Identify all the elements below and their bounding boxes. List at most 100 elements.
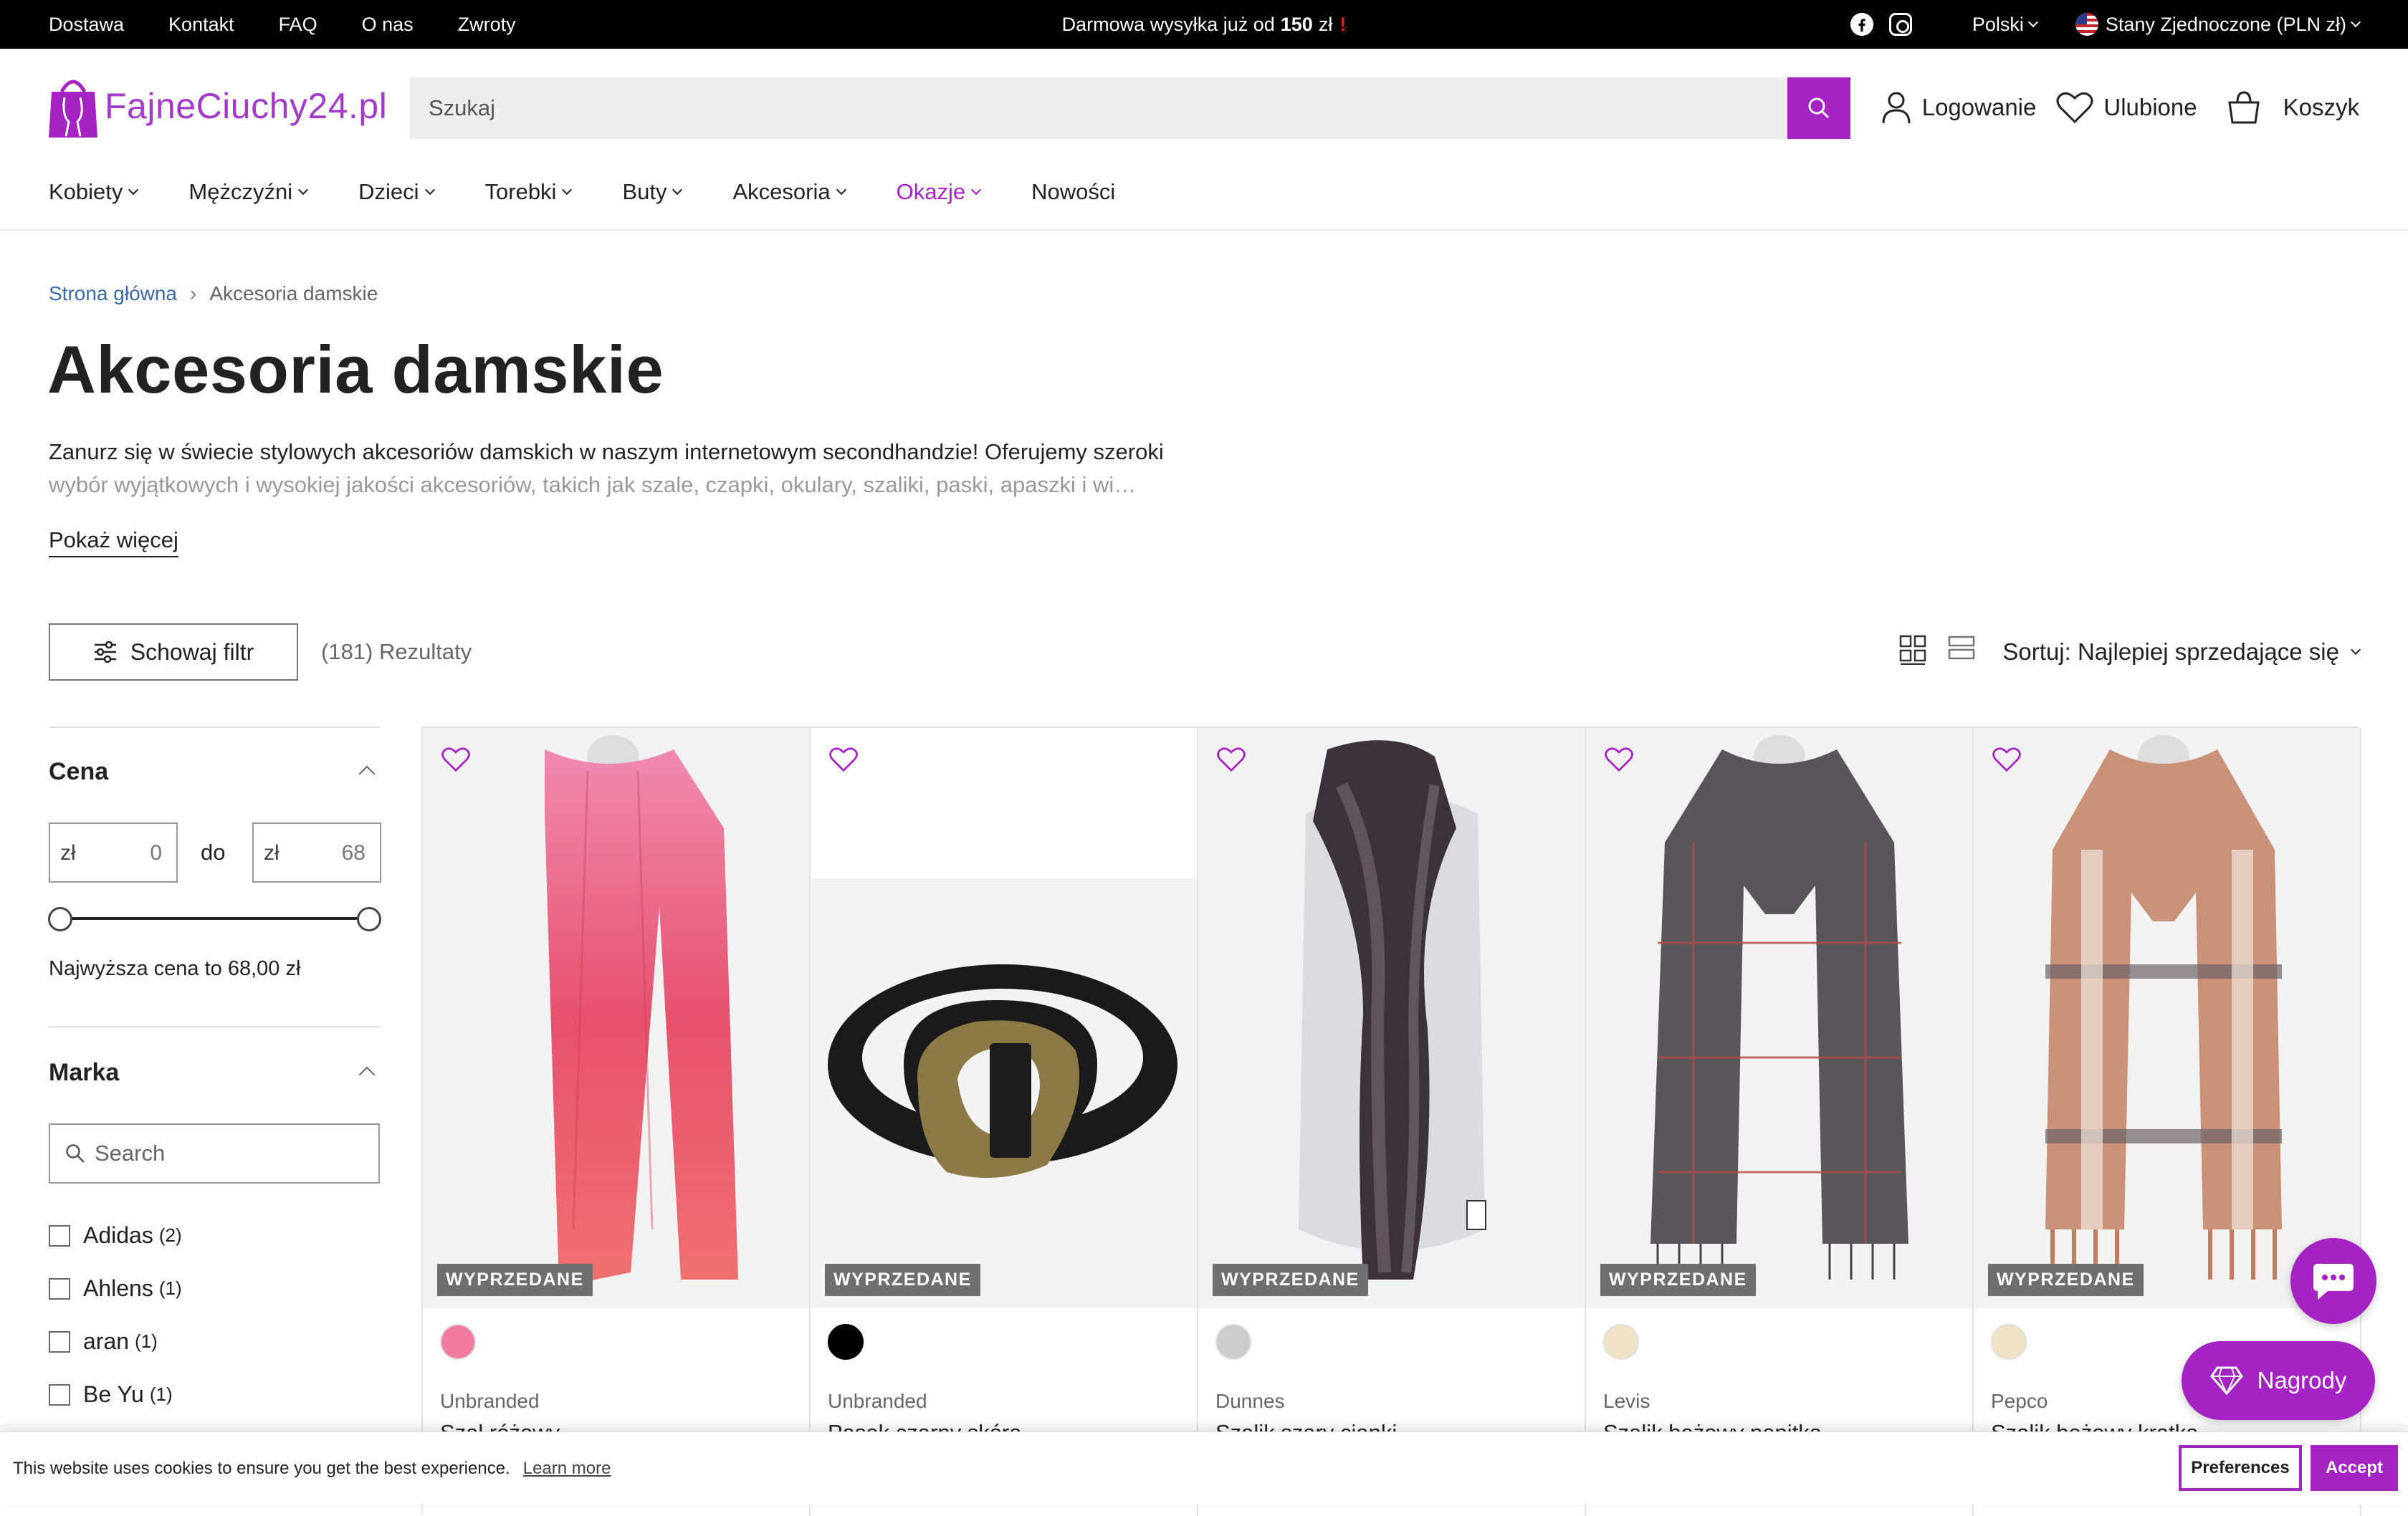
search-icon	[66, 1144, 85, 1163]
rewards-button[interactable]: Nagrody	[2182, 1341, 2375, 1420]
login-label: Logowanie	[1921, 94, 2037, 120]
nav-label: Okazje	[896, 179, 966, 204]
color-swatch[interactable]	[1991, 1324, 2027, 1360]
product-brand: Levis	[1603, 1390, 1650, 1412]
product-image[interactable]	[1586, 728, 1972, 1308]
product-card[interactable]: WYPRZEDANE Levis Szalik beżowy pepitka	[1586, 728, 1974, 1516]
chevron-down-icon	[672, 184, 683, 196]
brand-option-label: Be Yu	[83, 1381, 144, 1407]
chevron-down-icon	[2027, 16, 2038, 28]
nav-label: Kobiety	[49, 179, 123, 204]
description-line: Zanurz się w świecie stylowych akcesorió…	[49, 439, 1164, 464]
nav-item-men[interactable]: Mężczyźni	[188, 179, 309, 205]
shopping-bag-icon	[2227, 91, 2260, 124]
grid-view-icon[interactable]	[1899, 635, 1926, 665]
sold-out-badge: WYPRZEDANE	[1988, 1264, 2144, 1296]
checkbox[interactable]	[49, 1383, 70, 1406]
price-min-input[interactable]: zł 0	[49, 822, 178, 883]
brand-checkbox-ahlens[interactable]: Ahlens (1)	[49, 1275, 182, 1302]
chat-button[interactable]	[2290, 1238, 2376, 1324]
nav-item-accessories[interactable]: Akcesoria	[732, 179, 846, 205]
sliders-icon	[94, 641, 116, 663]
color-swatch[interactable]	[828, 1324, 864, 1360]
favorite-heart-icon[interactable]	[441, 747, 470, 772]
grey-plaid-scarf-image	[1586, 728, 1972, 1308]
nav-item-women[interactable]: Kobiety	[49, 179, 139, 205]
price-slider-max-handle[interactable]	[357, 907, 381, 931]
brand-checkbox-adidas[interactable]: Adidas (2)	[49, 1222, 182, 1249]
favorite-heart-icon[interactable]	[1217, 747, 1246, 772]
nav-item-kids[interactable]: Dzieci	[358, 179, 435, 205]
rewards-label: Nagrody	[2257, 1367, 2347, 1393]
chevron-down-icon	[128, 184, 139, 196]
product-card[interactable]: WYPRZEDANE Unbranded Pasek czarny skóra	[811, 728, 1198, 1516]
instagram-icon[interactable]	[1888, 13, 1912, 36]
product-card[interactable]: WYPRZEDANE Dunnes Szalik szary cianki	[1198, 728, 1586, 1516]
nav-divider	[0, 229, 2408, 231]
sort-label: Sortuj: Najlepiej sprzedające się	[2002, 638, 2339, 665]
favorite-heart-icon[interactable]	[829, 747, 858, 772]
price-slider-min-handle[interactable]	[48, 907, 72, 931]
site-logo[interactable]: FajneCiuchy24.pl	[47, 72, 387, 140]
sort-dropdown[interactable]: Sortuj: Najlepiej sprzedające się	[2002, 623, 2361, 681]
favorite-heart-icon[interactable]	[1992, 747, 2021, 772]
search-input[interactable]: Szukaj	[429, 77, 495, 139]
product-image[interactable]	[423, 728, 809, 1308]
product-brand: Pepco	[1991, 1390, 2048, 1412]
hide-filter-button[interactable]: Schowaj filtr	[49, 623, 298, 681]
cookie-banner: This website uses cookies to ensure you …	[0, 1431, 2408, 1505]
color-swatch[interactable]	[440, 1324, 476, 1360]
brand-option-count: (1)	[135, 1330, 158, 1352]
list-view-icon[interactable]	[1948, 635, 1975, 662]
price-max-input[interactable]: zł 68	[252, 822, 381, 883]
checkbox[interactable]	[49, 1330, 70, 1353]
login-link[interactable]: Logowanie	[1881, 90, 2037, 125]
shopping-bag-logo-icon	[49, 80, 97, 138]
promo-exclamation: !	[1339, 13, 1347, 35]
chevron-down-icon	[298, 184, 309, 196]
product-image[interactable]	[1974, 728, 2360, 1308]
show-more-link[interactable]: Pokaż więcej	[49, 527, 178, 557]
nav-label: Buty	[622, 179, 667, 204]
chevron-up-icon[interactable]	[358, 1066, 376, 1083]
cart-link[interactable]: Koszyk	[2226, 90, 2359, 125]
language-selector[interactable]: Polski	[1972, 14, 2038, 36]
checkbox[interactable]	[49, 1277, 70, 1300]
product-image[interactable]	[811, 728, 1197, 1308]
nav-item-deals[interactable]: Okazje	[896, 179, 982, 205]
brand-search-placeholder: Search	[95, 1141, 166, 1166]
main-nav: Kobiety Mężczyźni Dzieci Torebki Buty Ak…	[49, 179, 1167, 205]
chevron-right-icon: ›	[190, 282, 197, 304]
breadcrumb: Strona główna › Akcesoria damskie	[49, 282, 378, 305]
brand-checkbox-be-yu[interactable]: Be Yu (1)	[49, 1381, 173, 1408]
country-selector[interactable]: Stany Zjednoczone (PLN zł)	[2075, 13, 2361, 36]
product-card[interactable]: WYPRZEDANE Unbranded Szal różowy	[423, 728, 811, 1516]
learn-more-link[interactable]: Learn more	[523, 1459, 611, 1479]
brand-option-count: (2)	[158, 1224, 182, 1246]
nav-item-shoes[interactable]: Buty	[622, 179, 683, 205]
search-icon	[1808, 97, 1830, 119]
brand-option-count: (1)	[149, 1383, 173, 1405]
breadcrumb-home[interactable]: Strona główna	[49, 282, 177, 305]
cookie-message: This website uses cookies to ensure you …	[13, 1432, 611, 1505]
cookie-accept-button[interactable]: Accept	[2311, 1445, 2398, 1491]
color-swatch[interactable]	[1215, 1324, 1251, 1360]
checkbox[interactable]	[49, 1224, 70, 1247]
price-filter-title[interactable]: Cena	[49, 758, 108, 786]
cookie-preferences-button[interactable]: Preferences	[2179, 1445, 2302, 1491]
favorites-link[interactable]: Ulubione	[2056, 91, 2197, 124]
brand-checkbox-aran[interactable]: aran (1)	[49, 1328, 158, 1355]
chevron-up-icon[interactable]	[358, 765, 376, 782]
facebook-icon[interactable]	[1850, 13, 1873, 36]
product-image[interactable]	[1198, 728, 1585, 1308]
nav-item-bags[interactable]: Torebki	[485, 179, 573, 205]
price-max-value: 68	[341, 841, 366, 865]
brand-filter-title[interactable]: Marka	[49, 1059, 119, 1087]
grey-fur-scarf-image	[1198, 728, 1585, 1308]
search-button[interactable]	[1787, 77, 1850, 139]
nav-item-new[interactable]: Nowości	[1031, 179, 1115, 205]
search-bar[interactable]: Szukaj	[410, 77, 1850, 139]
color-swatch[interactable]	[1603, 1324, 1639, 1360]
favorite-heart-icon[interactable]	[1605, 747, 1633, 772]
brand-search-input[interactable]: Search	[49, 1123, 380, 1184]
